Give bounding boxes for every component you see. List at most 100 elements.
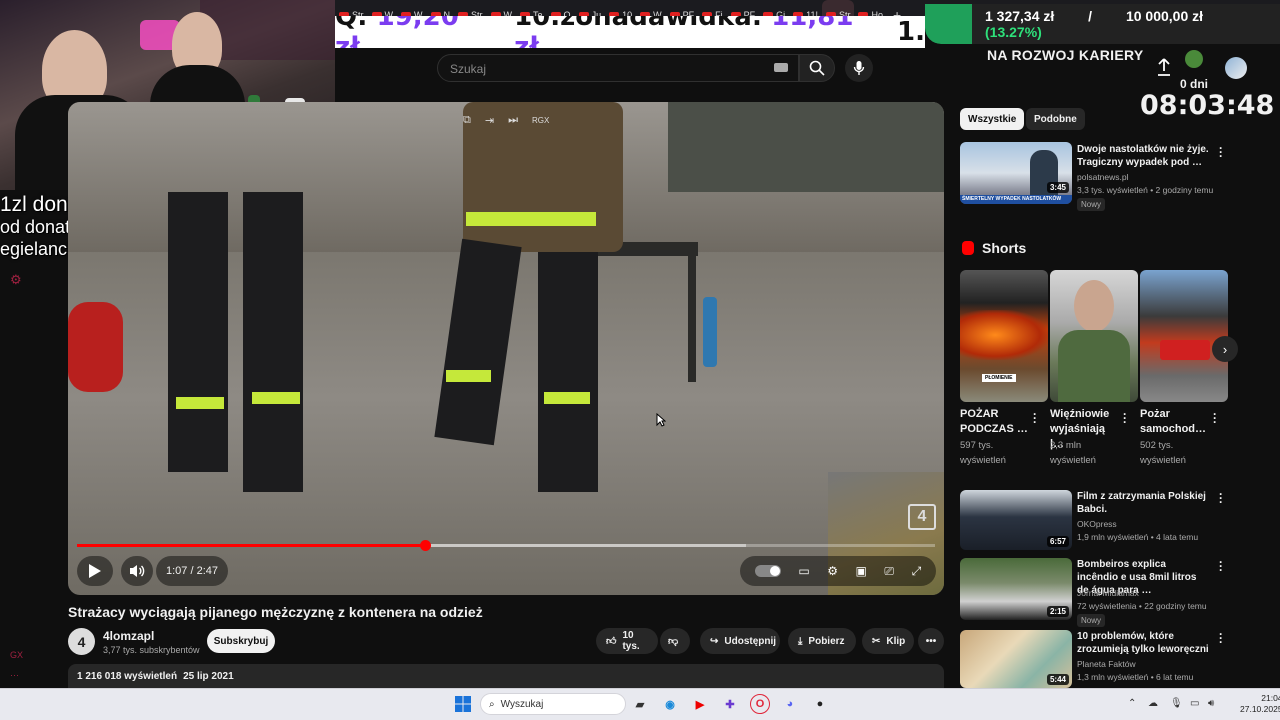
video-title[interactable]: Dwoje nastolatków nie żyje. Tragiczny wy… xyxy=(1077,143,1209,169)
donation-goal-bar: 1 327,34 zł / 10 000,00 zł (13.27%) xyxy=(925,4,1280,44)
short-thumbnail[interactable] xyxy=(1050,270,1138,402)
rail-gx-icon[interactable]: GX xyxy=(10,650,23,660)
short-caption: PŁOMIENIE xyxy=(982,374,1016,382)
new-badge: Nowy xyxy=(1077,614,1106,627)
taskbar-search[interactable]: ⌕ Wyszukaj xyxy=(480,693,626,715)
voice-search-button[interactable] xyxy=(845,54,873,82)
description-box[interactable]: 1 216 018 wyświetleń 25 lip 2021 xyxy=(68,664,944,688)
skip-icon[interactable]: ⏭ xyxy=(508,114,518,127)
player-top-icons: ⧉ ⇥ ⏭ RGX xyxy=(463,114,549,127)
short-menu-icon[interactable]: · · · xyxy=(1031,408,1039,428)
like-button[interactable]: 👍︎ 10 tys. xyxy=(596,628,658,654)
download-button[interactable]: ⤓ Pobierz xyxy=(788,628,856,654)
tray-mic-icon[interactable]: 🎙︎ xyxy=(1170,698,1183,709)
fullscreen-icon[interactable]: ⤢ xyxy=(912,564,922,579)
tray-cloud-icon[interactable]: ☁ xyxy=(1148,698,1158,709)
progress-played xyxy=(77,544,426,547)
system-clock[interactable]: 21:04 27.10.2025 xyxy=(1240,693,1280,715)
video-menu-icon[interactable]: · · · xyxy=(1217,556,1225,576)
discord-icon[interactable]: ◕ xyxy=(780,694,800,714)
video-menu-icon[interactable]: · · · xyxy=(1217,628,1225,648)
goal-current: 1 327,34 zł xyxy=(985,8,1055,24)
video-channel[interactable]: Jornal Midiamax xyxy=(1077,588,1139,598)
video-player[interactable]: ⧉ ⇥ ⏭ RGX 4 xyxy=(68,102,944,595)
video-meta: 1,3 mln wyświetleń • 6 lat temu xyxy=(1077,672,1194,682)
account-avatar[interactable] xyxy=(1225,57,1247,79)
video-thumbnail[interactable]: 6:57 xyxy=(960,490,1072,550)
channel-subscribers: 3,77 tys. subskrybentów xyxy=(103,645,200,655)
settings-icon[interactable]: ⚙ xyxy=(827,564,838,578)
progress-bar[interactable] xyxy=(77,540,935,551)
miniplayer-icon[interactable]: ⧉ xyxy=(463,114,471,127)
app-icon[interactable]: ✚ xyxy=(720,694,740,714)
play-button[interactable] xyxy=(77,556,113,586)
chip-all[interactable]: Wszystkie xyxy=(960,108,1025,130)
video-thumbnail[interactable]: ŚMIERTELNY WYPADEK NASTOLATKÓW 3:45 xyxy=(960,142,1072,204)
channel-name[interactable]: 4lomzapl xyxy=(103,629,154,643)
subscribe-button[interactable]: Subskrybuj xyxy=(207,629,275,653)
channel-avatar[interactable]: 4 xyxy=(68,628,95,655)
firefighter-leg-right xyxy=(538,252,598,492)
rail-more-icon[interactable]: ··· xyxy=(10,670,19,680)
short-menu-icon[interactable]: · · · xyxy=(1211,408,1219,428)
stream-goal-title: NA ROZWOJ KARIERY xyxy=(987,47,1144,63)
short-title[interactable]: POŻAR PODCZAS … xyxy=(960,407,1030,437)
windows-icon xyxy=(455,696,471,712)
mouse-cursor-icon xyxy=(656,413,666,427)
thumbs-up-icon: 👍︎ xyxy=(606,636,617,647)
short-title[interactable]: Pożar samochod… xyxy=(1140,407,1210,437)
short-menu-icon[interactable]: · · · xyxy=(1121,408,1129,428)
short-views: 597 tys. wyświetleń xyxy=(960,440,1006,466)
subtitles-icon[interactable]: ▭ xyxy=(798,564,809,578)
short-thumbnail[interactable]: PŁOMIENIE xyxy=(960,270,1048,402)
leg-stripe xyxy=(176,397,224,409)
chevron-right-icon: › xyxy=(1222,341,1228,357)
clip-button[interactable]: ✂ Klip xyxy=(862,628,914,654)
short-thumbnail[interactable] xyxy=(1140,270,1228,402)
youtube-app-icon[interactable]: ▶ xyxy=(690,694,710,714)
extension-label[interactable]: RGX xyxy=(532,116,549,125)
volume-button[interactable] xyxy=(121,556,153,586)
search-input[interactable]: Szukaj xyxy=(437,54,799,82)
fire-truck xyxy=(1160,340,1210,360)
edge-icon[interactable]: ◉ xyxy=(660,694,680,714)
like-count: 10 tys. xyxy=(622,630,640,652)
upload-icon[interactable] xyxy=(1156,58,1172,76)
fire xyxy=(960,310,1048,360)
opera-gx-icon[interactable]: O xyxy=(750,694,770,714)
exit-icon[interactable]: ⇥ xyxy=(485,114,494,127)
play-icon xyxy=(89,564,101,578)
task-view-icon[interactable]: ▰ xyxy=(630,694,650,714)
video-thumbnail[interactable]: 2:15 xyxy=(960,558,1072,620)
share-button[interactable]: ↪ Udostępnij xyxy=(700,628,780,654)
shorts-next-button[interactable]: › xyxy=(1212,336,1238,362)
tray-volume-icon[interactable]: 🔊︎ xyxy=(1208,698,1214,709)
video-duration: 5:44 xyxy=(1046,674,1069,685)
video-title[interactable]: 10 problemów, które zrozumieją tylko lew… xyxy=(1077,630,1215,656)
ticker-label: 10.zonadawidka: xyxy=(514,16,763,32)
cast-icon[interactable]: ⎚ xyxy=(884,564,894,579)
dislike-button[interactable]: 👎︎ xyxy=(660,628,690,654)
video-channel[interactable]: polsatnews.pl xyxy=(1077,172,1129,182)
autoplay-toggle[interactable] xyxy=(754,565,781,577)
firefighter2-leg-right xyxy=(243,192,303,492)
search-button[interactable] xyxy=(799,54,835,82)
video-title[interactable]: Film z zatrzymania Polskiej Babci. xyxy=(1077,490,1209,516)
video-thumbnail[interactable]: 5:44 xyxy=(960,630,1072,688)
keyboard-icon[interactable] xyxy=(774,63,788,72)
video-channel[interactable]: OKOpress xyxy=(1077,519,1117,529)
video-menu-icon[interactable]: · · · xyxy=(1217,142,1225,162)
frog-emote-icon xyxy=(1185,50,1203,68)
video-title: Strażacy wyciągają pijanego mężczyznę z … xyxy=(68,604,483,620)
start-button[interactable] xyxy=(453,694,473,714)
app-icon[interactable]: ● xyxy=(810,694,830,714)
video-channel[interactable]: Planeta Faktów xyxy=(1077,659,1136,669)
download-label: Pobierz xyxy=(808,635,845,647)
more-actions-button[interactable]: ••• xyxy=(918,628,944,654)
tray-monitor-icon[interactable]: ▭ xyxy=(1190,698,1199,709)
miniplayer-icon[interactable]: ▣ xyxy=(856,564,867,578)
tray-chevron-icon[interactable]: ⌃ xyxy=(1128,698,1136,709)
rail-settings-icon[interactable]: ⚙ xyxy=(10,272,22,288)
video-menu-icon[interactable]: · · · xyxy=(1217,488,1225,508)
chip-related[interactable]: Podobne xyxy=(1026,108,1085,130)
